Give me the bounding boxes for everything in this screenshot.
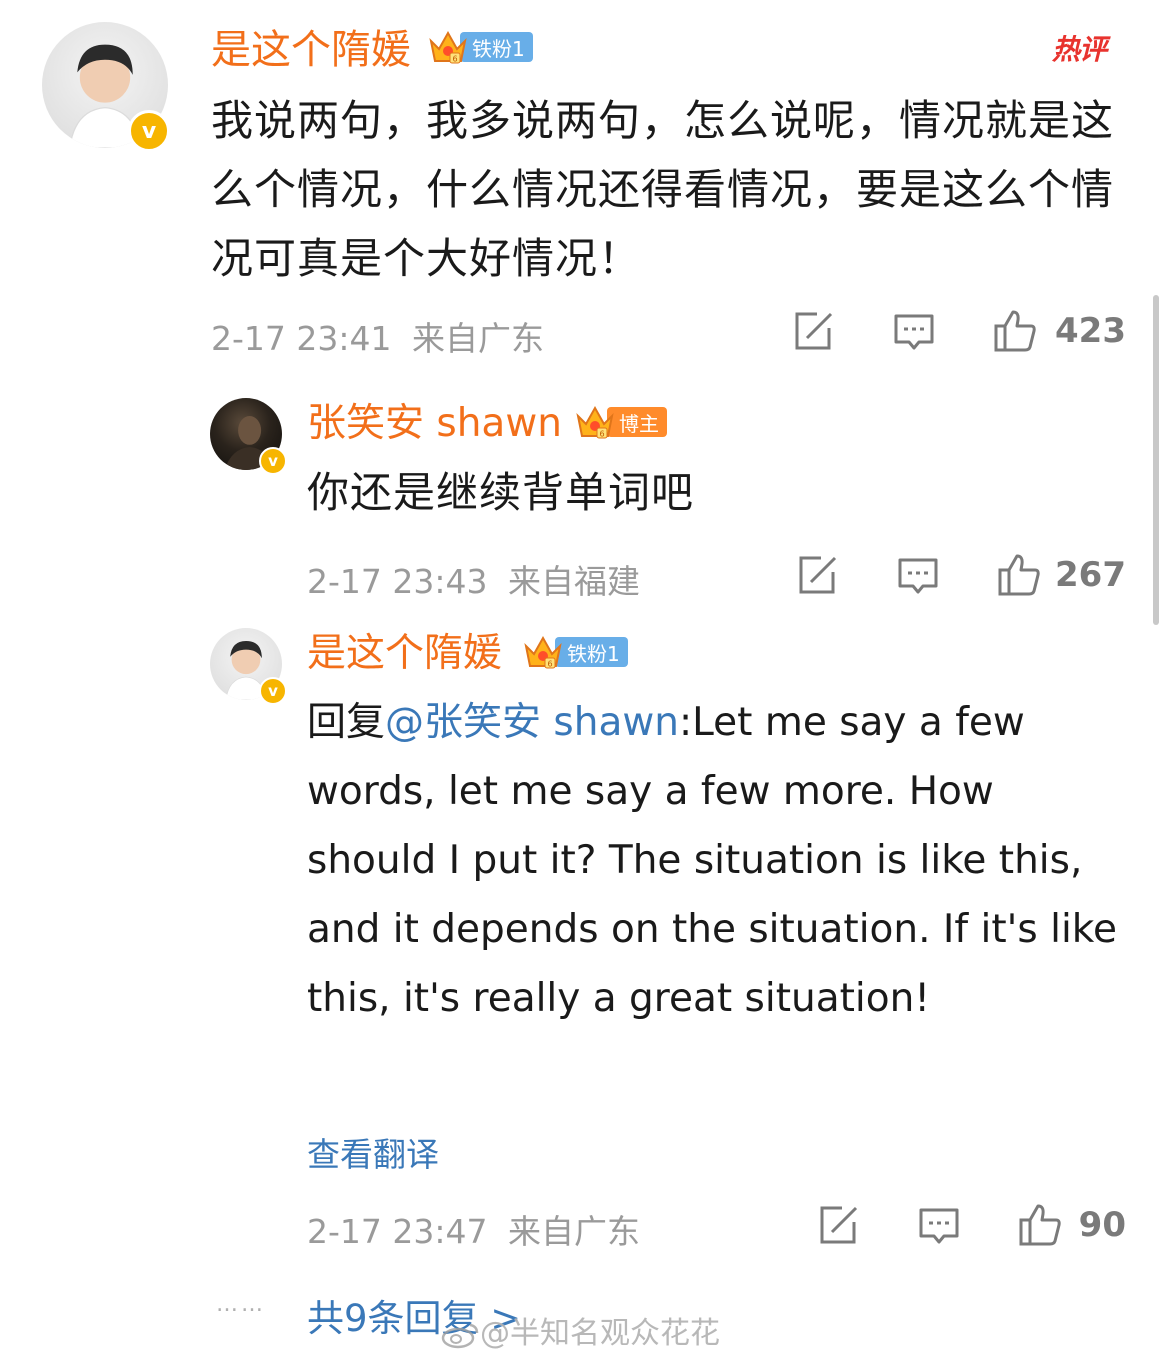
repost-icon[interactable] bbox=[816, 1204, 860, 1248]
reply-text: 你还是继续背单词吧 bbox=[307, 468, 695, 517]
weibo-logo-icon bbox=[440, 1321, 480, 1349]
scrollbar[interactable] bbox=[1153, 295, 1159, 625]
comment-timestamp: 2-17 23:41 bbox=[211, 319, 392, 358]
fan-crown-icon: 6 bbox=[428, 27, 468, 67]
reply-username[interactable]: 张笑安 shawn bbox=[307, 404, 562, 443]
comment-location: 来自广东 bbox=[412, 319, 544, 358]
translate-link[interactable]: 查看翻译 bbox=[307, 1128, 439, 1176]
more-replies-dots: …… bbox=[216, 1292, 266, 1317]
reply-prefix: 回复 bbox=[307, 700, 386, 745]
reply-username[interactable]: 是这个隋媛 bbox=[307, 634, 502, 673]
verified-badge-icon: v bbox=[259, 677, 287, 705]
like-count: 267 bbox=[1055, 555, 1126, 595]
comment-icon[interactable] bbox=[917, 1204, 961, 1248]
comment-text: 我说两句，我多说两句，怎么说呢，情况就是这么个情况，什么情况还得看情况，要是这么… bbox=[211, 96, 1115, 283]
like-count: 423 bbox=[1055, 311, 1126, 351]
reply-location: 来自福建 bbox=[508, 562, 640, 601]
watermark: @半知名观众花花 bbox=[440, 1308, 720, 1352]
blogger-badge[interactable]: 6 博主 bbox=[575, 405, 667, 439]
comment-icon[interactable] bbox=[892, 310, 936, 354]
mention-link[interactable]: @张笑安 shawn bbox=[385, 700, 679, 745]
like-count: 90 bbox=[1078, 1205, 1126, 1245]
reply-body: :Let me say a few words, let me say a fe… bbox=[307, 700, 1117, 1021]
repost-icon[interactable] bbox=[791, 310, 835, 354]
fan-badge-label: 铁粉1 bbox=[555, 637, 628, 667]
comment-username[interactable]: 是这个隋媛 bbox=[211, 30, 411, 70]
blogger-badge-label: 博主 bbox=[607, 407, 667, 437]
reply-meta: 2-17 23:43 来自福建 bbox=[307, 555, 640, 603]
thumbs-up-icon[interactable] bbox=[1018, 1202, 1062, 1246]
fan-badge[interactable]: 6 铁粉1 bbox=[428, 30, 533, 64]
fan-crown-icon: 6 bbox=[575, 402, 615, 442]
thumbs-up-icon[interactable] bbox=[993, 308, 1037, 352]
reply-timestamp: 2-17 23:43 bbox=[307, 562, 488, 601]
hot-comment-tag: 热评 bbox=[1052, 33, 1107, 66]
reply-timestamp: 2-17 23:47 bbox=[307, 1212, 488, 1251]
thumbs-up-icon[interactable] bbox=[997, 552, 1041, 596]
repost-icon[interactable] bbox=[795, 554, 839, 598]
reply-text: 回复@张笑安 shawn:Let me say a few words, let… bbox=[307, 688, 1127, 1033]
verified-badge-icon: v bbox=[128, 110, 170, 152]
reply-meta: 2-17 23:47 来自广东 bbox=[307, 1205, 640, 1253]
reply-location: 来自广东 bbox=[508, 1212, 640, 1251]
verified-badge-icon: v bbox=[259, 447, 287, 475]
comment-meta: 2-17 23:41 来自广东 bbox=[211, 312, 544, 360]
fan-badge[interactable]: 6 铁粉1 bbox=[523, 635, 628, 669]
watermark-text: @半知名观众花花 bbox=[480, 1316, 720, 1351]
comment-icon[interactable] bbox=[896, 554, 940, 598]
svg-text:6: 6 bbox=[599, 430, 604, 439]
svg-text:6: 6 bbox=[547, 660, 552, 669]
fan-badge-label: 铁粉1 bbox=[460, 32, 533, 62]
fan-crown-icon: 6 bbox=[523, 632, 563, 672]
comment-thread: v 是这个隋媛 6 铁粉1 热评 我说两句，我多说两句，怎么说呢，情况就是这么个… bbox=[0, 0, 1170, 1355]
svg-text:6: 6 bbox=[452, 55, 457, 64]
